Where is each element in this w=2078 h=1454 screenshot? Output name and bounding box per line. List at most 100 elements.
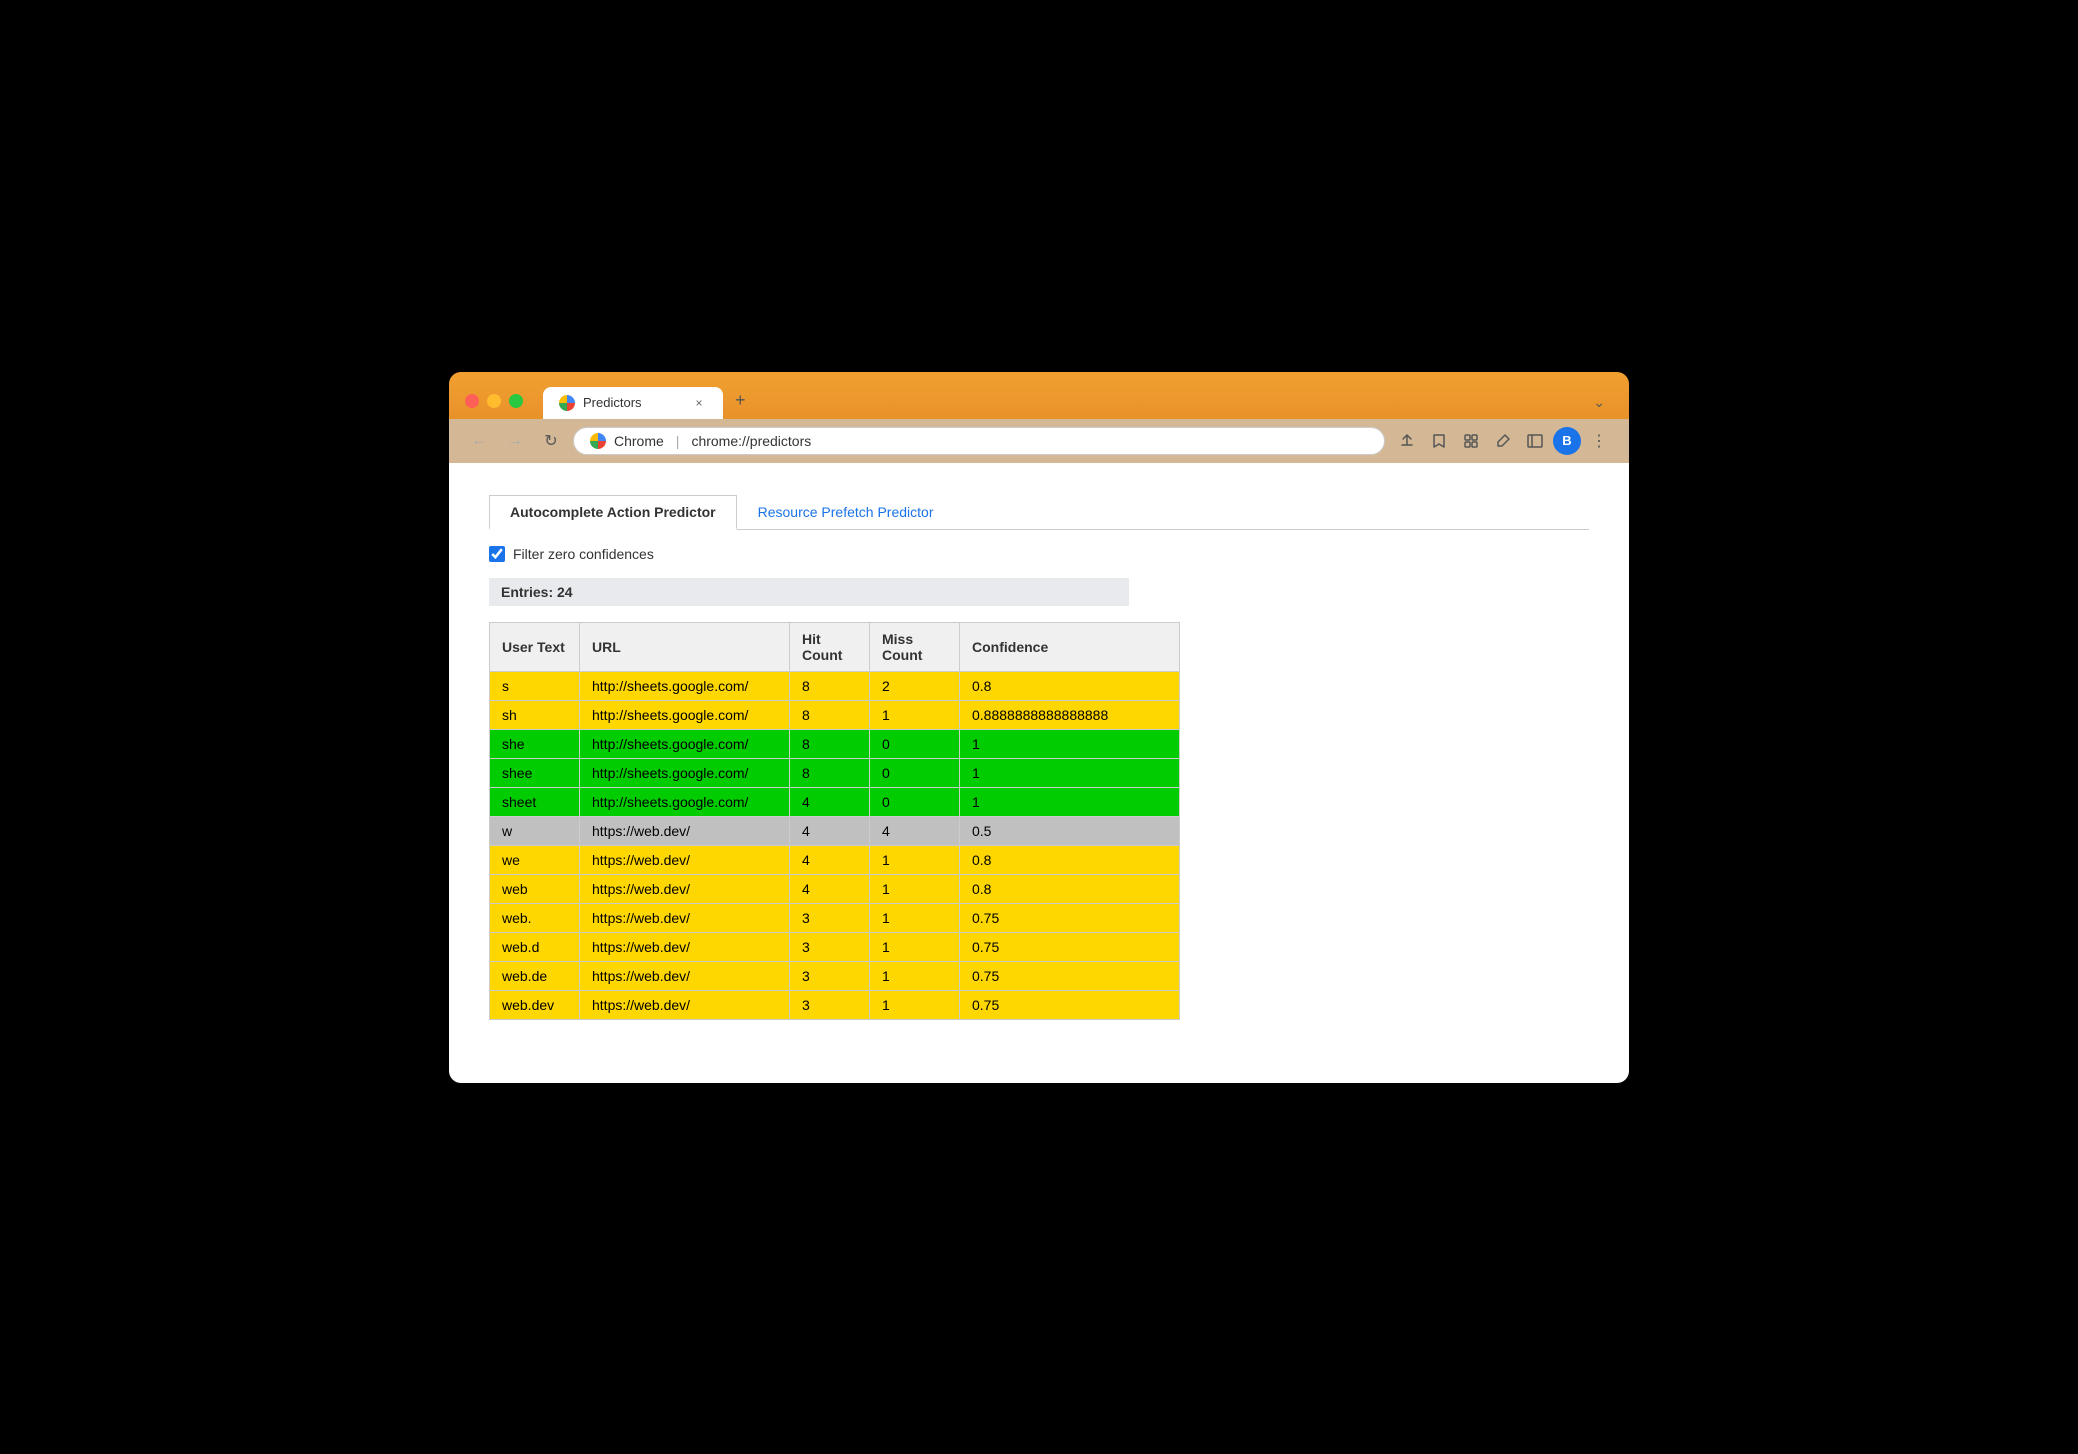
cell-confidence: 0.5 — [960, 816, 1180, 845]
data-table: User Text URL Hit Count Miss Count Confi… — [489, 622, 1180, 1020]
toolbar-icons: B ⋮ — [1393, 427, 1613, 455]
tab-bar: Predictors × + ⌄ — [543, 384, 1613, 419]
window-controls — [465, 394, 523, 408]
back-button[interactable]: ← — [465, 427, 493, 455]
tab-title: Predictors — [583, 395, 683, 410]
pipette-button[interactable] — [1489, 427, 1517, 455]
cell-url: https://web.dev/ — [580, 816, 790, 845]
address-url-text: chrome://predictors — [691, 433, 811, 449]
cell-hit: 3 — [790, 932, 870, 961]
table-row: web.devhttps://web.dev/310.75 — [490, 990, 1180, 1019]
address-divider: | — [676, 433, 680, 449]
close-button[interactable] — [465, 394, 479, 408]
cell-url: https://web.dev/ — [580, 874, 790, 903]
cell-confidence: 1 — [960, 729, 1180, 758]
cell-miss: 4 — [870, 816, 960, 845]
cell-confidence: 0.8 — [960, 845, 1180, 874]
bookmark-button[interactable] — [1425, 427, 1453, 455]
cell-confidence: 0.8888888888888888 — [960, 700, 1180, 729]
col-header-hit: Hit Count — [790, 622, 870, 671]
table-row: webhttps://web.dev/410.8 — [490, 874, 1180, 903]
forward-button[interactable]: → — [501, 427, 529, 455]
reload-button[interactable]: ↻ — [537, 427, 565, 455]
browser-tab[interactable]: Predictors × — [543, 387, 723, 419]
cell-usertext: sheet — [490, 787, 580, 816]
cell-url: http://sheets.google.com/ — [580, 787, 790, 816]
page-tabs-nav: Autocomplete Action Predictor Resource P… — [489, 495, 1589, 530]
cell-usertext: she — [490, 729, 580, 758]
address-input[interactable]: Chrome | chrome://predictors — [573, 427, 1385, 455]
filter-row: Filter zero confidences — [489, 546, 1589, 562]
address-bar: ← → ↻ Chrome | chrome://predictors — [449, 419, 1629, 463]
cell-miss: 0 — [870, 729, 960, 758]
tab-favicon-icon — [559, 395, 575, 411]
cell-url: http://sheets.google.com/ — [580, 729, 790, 758]
chrome-favicon-icon — [590, 433, 606, 449]
table-row: web.https://web.dev/310.75 — [490, 903, 1180, 932]
cell-hit: 8 — [790, 671, 870, 700]
cell-hit: 3 — [790, 961, 870, 990]
cell-confidence: 0.75 — [960, 932, 1180, 961]
maximize-button[interactable] — [509, 394, 523, 408]
browser-window: Predictors × + ⌄ ← → ↻ Chrome | chrome:/… — [449, 372, 1629, 1083]
cell-miss: 1 — [870, 961, 960, 990]
page-content: Autocomplete Action Predictor Resource P… — [449, 463, 1629, 1083]
table-row: shttp://sheets.google.com/820.8 — [490, 671, 1180, 700]
minimize-button[interactable] — [487, 394, 501, 408]
cell-miss: 1 — [870, 932, 960, 961]
tab-prefetch[interactable]: Resource Prefetch Predictor — [737, 495, 955, 529]
cell-url: https://web.dev/ — [580, 990, 790, 1019]
tab-autocomplete[interactable]: Autocomplete Action Predictor — [489, 495, 737, 530]
cell-miss: 1 — [870, 700, 960, 729]
cell-url: https://web.dev/ — [580, 932, 790, 961]
cell-url: http://sheets.google.com/ — [580, 700, 790, 729]
profile-button[interactable]: B — [1553, 427, 1581, 455]
cell-hit: 4 — [790, 787, 870, 816]
cell-miss: 0 — [870, 758, 960, 787]
sidebar-button[interactable] — [1521, 427, 1549, 455]
cell-confidence: 0.75 — [960, 961, 1180, 990]
menu-button[interactable]: ⋮ — [1585, 427, 1613, 455]
table-row: shehttp://sheets.google.com/801 — [490, 729, 1180, 758]
table-row: wehttps://web.dev/410.8 — [490, 845, 1180, 874]
new-tab-button[interactable]: + — [723, 384, 758, 417]
cell-usertext: we — [490, 845, 580, 874]
cell-usertext: web — [490, 874, 580, 903]
cell-usertext: web. — [490, 903, 580, 932]
cell-miss: 1 — [870, 845, 960, 874]
filter-checkbox[interactable] — [489, 546, 505, 562]
cell-url: https://web.dev/ — [580, 903, 790, 932]
col-header-usertext: User Text — [490, 622, 580, 671]
extensions-button[interactable] — [1457, 427, 1485, 455]
col-header-url: URL — [580, 622, 790, 671]
table-row: whttps://web.dev/440.5 — [490, 816, 1180, 845]
entries-bar: Entries: 24 — [489, 578, 1129, 606]
cell-usertext: shee — [490, 758, 580, 787]
share-button[interactable] — [1393, 427, 1421, 455]
cell-hit: 8 — [790, 729, 870, 758]
cell-usertext: sh — [490, 700, 580, 729]
table-row: web.dhttps://web.dev/310.75 — [490, 932, 1180, 961]
address-site-name: Chrome — [614, 433, 664, 449]
cell-confidence: 0.75 — [960, 990, 1180, 1019]
table-row: shhttp://sheets.google.com/810.888888888… — [490, 700, 1180, 729]
cell-miss: 2 — [870, 671, 960, 700]
col-header-miss: Miss Count — [870, 622, 960, 671]
cell-hit: 4 — [790, 816, 870, 845]
cell-miss: 1 — [870, 990, 960, 1019]
cell-url: https://web.dev/ — [580, 845, 790, 874]
tab-menu-button[interactable]: ⌄ — [1585, 390, 1613, 415]
cell-url: http://sheets.google.com/ — [580, 758, 790, 787]
tab-close-icon[interactable]: × — [691, 395, 707, 411]
table-row: web.dehttps://web.dev/310.75 — [490, 961, 1180, 990]
cell-confidence: 0.8 — [960, 671, 1180, 700]
cell-miss: 1 — [870, 903, 960, 932]
cell-miss: 1 — [870, 874, 960, 903]
cell-usertext: s — [490, 671, 580, 700]
cell-hit: 4 — [790, 874, 870, 903]
cell-confidence: 1 — [960, 758, 1180, 787]
cell-usertext: web.d — [490, 932, 580, 961]
entries-count: Entries: 24 — [501, 584, 573, 600]
filter-label: Filter zero confidences — [513, 546, 654, 562]
cell-hit: 3 — [790, 903, 870, 932]
